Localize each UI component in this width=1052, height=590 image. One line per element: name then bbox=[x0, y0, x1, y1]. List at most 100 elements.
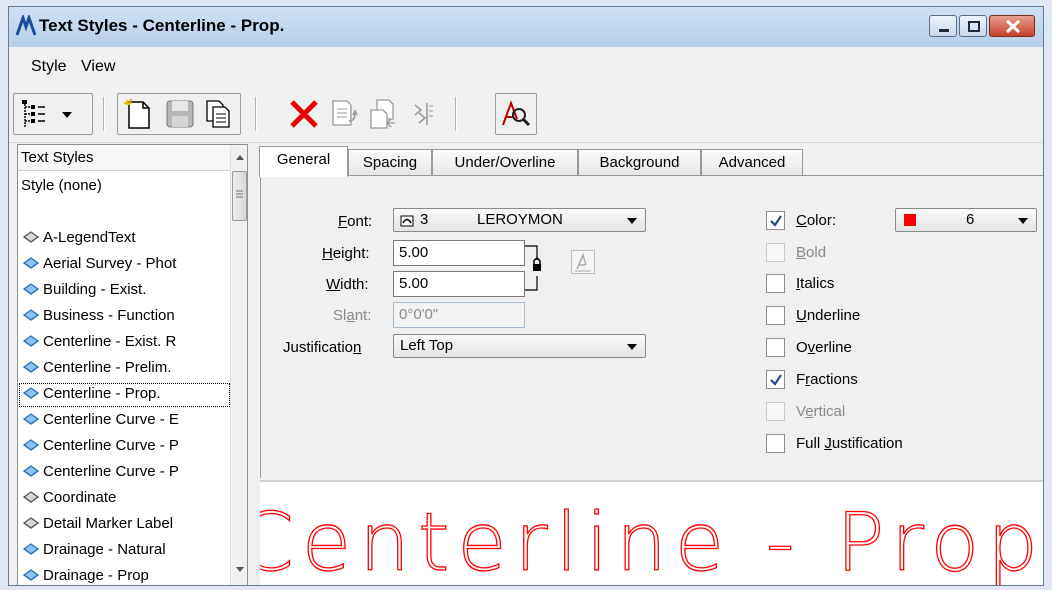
import-style-button[interactable] bbox=[365, 97, 399, 131]
list-scrollbar[interactable] bbox=[230, 145, 247, 585]
list-item[interactable]: Centerline - Prelim. bbox=[18, 356, 231, 382]
text-style-icon bbox=[22, 257, 40, 269]
color-checkbox[interactable] bbox=[766, 211, 785, 230]
text-styles-list[interactable]: Text Styles Style (none) A-LegendText Aer… bbox=[17, 144, 248, 585]
height-label: Height: bbox=[322, 245, 370, 262]
justification-value: Left Top bbox=[400, 337, 454, 354]
font-name: LEROYMON bbox=[477, 211, 563, 228]
text-style-icon bbox=[22, 543, 40, 555]
list-item[interactable]: Centerline Curve - P bbox=[18, 434, 231, 460]
tab-background[interactable]: Background bbox=[578, 149, 701, 176]
list-item[interactable]: Detail Marker Label bbox=[18, 512, 231, 538]
fractions-checkbox[interactable] bbox=[766, 370, 785, 389]
slant-field[interactable]: 0°0'0" bbox=[393, 302, 525, 328]
list-item-label: Detail Marker Label bbox=[43, 515, 174, 532]
full-justification-label: Full Justification bbox=[796, 435, 903, 452]
list-header[interactable]: Text Styles bbox=[18, 145, 231, 171]
vertical-label: Vertical bbox=[796, 403, 846, 420]
list-item[interactable]: Coordinate bbox=[18, 486, 231, 512]
aspect-lock-icon[interactable] bbox=[525, 244, 549, 294]
list-item-none[interactable]: Style (none) bbox=[21, 177, 102, 194]
chevron-down-icon bbox=[62, 112, 72, 118]
font-select[interactable]: 3 LEROYMON bbox=[393, 208, 646, 232]
full-justification-checkbox[interactable] bbox=[766, 434, 785, 453]
tab-spacing[interactable]: Spacing bbox=[348, 149, 432, 176]
vertical-checkbox[interactable] bbox=[766, 402, 785, 421]
list-item-label: Centerline - Exist. R bbox=[43, 333, 177, 350]
preview-text: Centerline - Prop bbox=[260, 496, 1038, 586]
overline-label: Overline bbox=[796, 339, 852, 356]
close-button[interactable] bbox=[989, 15, 1035, 37]
scroll-down-icon bbox=[236, 567, 244, 572]
title-bar[interactable]: Text Styles - Centerline - Prop. bbox=[9, 7, 1043, 47]
scroll-thumb[interactable] bbox=[232, 171, 247, 221]
text-style-icon bbox=[22, 569, 40, 581]
preview-style-button[interactable] bbox=[499, 97, 533, 131]
list-item[interactable]: Building - Exist. bbox=[18, 278, 231, 304]
justification-label: Justification bbox=[283, 339, 362, 356]
justification-select[interactable]: Left Top bbox=[393, 334, 646, 358]
text-style-icon bbox=[22, 309, 40, 321]
text-style-icon bbox=[22, 283, 40, 295]
underline-checkbox[interactable] bbox=[766, 306, 785, 325]
fractions-label: Fractions bbox=[796, 371, 858, 388]
true-scale-button[interactable] bbox=[571, 250, 595, 274]
minimize-icon bbox=[939, 29, 949, 32]
list-item[interactable]: A-LegendText bbox=[18, 226, 231, 252]
list-item[interactable]: Centerline Curve - E bbox=[18, 408, 231, 434]
text-style-icon bbox=[22, 361, 40, 373]
scale-text-icon bbox=[575, 252, 591, 272]
tab-general[interactable]: General bbox=[259, 146, 348, 177]
list-item[interactable]: Drainage - Natural bbox=[18, 538, 231, 564]
text-style-icon bbox=[22, 387, 40, 399]
color-label: Color: bbox=[796, 212, 837, 229]
list-item-label: Centerline - Prelim. bbox=[43, 359, 172, 376]
color-value: 6 bbox=[966, 211, 975, 228]
maximize-button[interactable] bbox=[959, 15, 987, 37]
grip-icon bbox=[236, 190, 243, 198]
slant-label: Slant: bbox=[333, 307, 372, 324]
text-style-icon bbox=[22, 439, 40, 451]
menu-view[interactable]: View bbox=[81, 58, 115, 76]
style-preview: Centerline - Prop bbox=[260, 480, 1043, 586]
list-item[interactable]: Centerline - Exist. R bbox=[18, 330, 231, 356]
tab-under-overline[interactable]: Under/Overline bbox=[432, 149, 578, 176]
new-style-button[interactable] bbox=[121, 97, 155, 131]
width-field[interactable]: 5.00 bbox=[393, 271, 525, 297]
general-tab-panel: Foont: 3 LEROYMON Height: 5.00 Width: 5.… bbox=[260, 175, 1043, 478]
list-item-label: Centerline - Prop. bbox=[43, 385, 161, 402]
save-style-button[interactable] bbox=[163, 97, 197, 131]
minimize-button[interactable] bbox=[929, 15, 957, 37]
style-items: A-LegendText Aerial Survey - Phot Building… bbox=[18, 226, 231, 585]
tab-advanced[interactable]: Advanced bbox=[701, 149, 803, 176]
update-from-library-button[interactable] bbox=[327, 97, 361, 131]
italics-checkbox[interactable] bbox=[766, 274, 785, 293]
height-field[interactable]: 5.00 bbox=[393, 240, 525, 266]
menu-style[interactable]: Style bbox=[31, 58, 67, 76]
list-item[interactable]: Drainage - Prop bbox=[18, 564, 231, 585]
list-item[interactable]: Centerline - Prop. bbox=[18, 382, 231, 408]
tree-view-dropdown[interactable] bbox=[57, 97, 77, 131]
toolbar-separator bbox=[255, 97, 257, 131]
tree-view-button[interactable] bbox=[19, 97, 53, 131]
list-item[interactable]: Aerial Survey - Phot bbox=[18, 252, 231, 278]
bold-checkbox[interactable] bbox=[766, 243, 785, 262]
overline-checkbox[interactable] bbox=[766, 338, 785, 357]
app-icon bbox=[15, 15, 37, 36]
copy-document-icon bbox=[206, 100, 230, 128]
list-item-label: Coordinate bbox=[43, 489, 117, 506]
toolbar-separator bbox=[103, 97, 105, 131]
move-style-button[interactable] bbox=[405, 97, 439, 131]
list-item-label: Centerline Curve - P bbox=[43, 437, 179, 454]
maximize-icon bbox=[968, 21, 980, 32]
document-import-icon bbox=[370, 99, 395, 129]
color-select[interactable]: 6 bbox=[895, 208, 1037, 232]
menu-bar: Style View bbox=[9, 47, 1043, 87]
color-swatch bbox=[904, 214, 916, 226]
copy-style-button[interactable] bbox=[201, 97, 235, 131]
list-item[interactable]: Business - Function bbox=[18, 304, 231, 330]
scroll-up-icon bbox=[236, 155, 244, 160]
text-style-icon bbox=[22, 491, 40, 503]
delete-style-button[interactable] bbox=[287, 97, 321, 131]
list-item[interactable]: Centerline Curve - P bbox=[18, 460, 231, 486]
